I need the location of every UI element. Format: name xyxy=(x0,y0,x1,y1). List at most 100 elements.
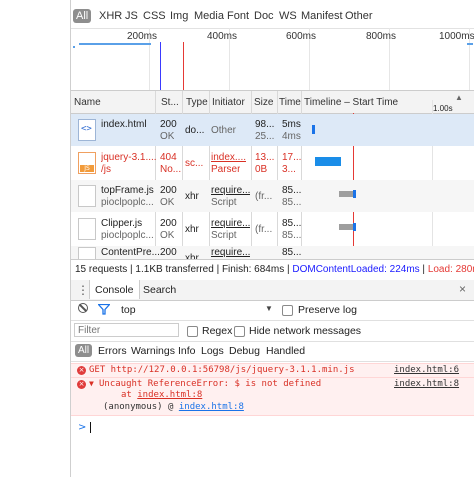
overview-tick-label: 600ms xyxy=(286,31,317,42)
overview-bar xyxy=(73,46,75,48)
col-size[interactable]: Size xyxy=(254,97,273,108)
table-row[interactable]: topFrame.js pioclpoplc... 200 OK xhr req… xyxy=(71,180,474,212)
stack-frame-link[interactable]: index.html:8 xyxy=(137,390,202,400)
context-selector[interactable]: top xyxy=(121,304,136,316)
hide-network-checkbox[interactable] xyxy=(234,326,245,337)
table-row[interactable]: ContentPre... 200 xhr require... 85... xyxy=(71,246,474,259)
request-status: 200 xyxy=(160,218,177,229)
request-path: pioclpoplc... xyxy=(101,197,154,208)
request-size: (fr... xyxy=(255,224,273,235)
request-size-content: 0B xyxy=(255,164,268,175)
col-waterfall[interactable]: Timeline – Start Time xyxy=(304,97,398,108)
col-type[interactable]: Type xyxy=(186,97,208,108)
col-initiator[interactable]: Initiator xyxy=(212,97,245,108)
js-file-icon: JS xyxy=(78,152,96,174)
table-row[interactable]: JS jquery-3.1.... /js 404 No... sc... in… xyxy=(71,147,474,179)
filter-js[interactable]: JS xyxy=(125,9,138,23)
level-debug[interactable]: Debug xyxy=(229,345,260,357)
stack-frame-link[interactable]: index.html:8 xyxy=(179,402,244,412)
filter-other[interactable]: Other xyxy=(345,9,373,23)
expand-triangle-icon[interactable]: ▼ xyxy=(89,379,94,388)
file-icon xyxy=(78,185,96,207)
request-initiator: Other xyxy=(211,125,237,136)
col-name[interactable]: Name xyxy=(74,97,101,108)
filter-all[interactable]: All xyxy=(73,9,92,23)
request-status: 200 xyxy=(160,247,177,258)
level-logs[interactable]: Logs xyxy=(201,345,224,357)
preserve-log-checkbox[interactable] xyxy=(282,305,293,316)
request-initiator-type: Script xyxy=(211,197,237,208)
sort-arrow-icon[interactable]: ▲ xyxy=(455,93,463,102)
waterfall-bar xyxy=(339,191,353,197)
request-initiator-link[interactable]: require... xyxy=(211,247,250,259)
summary-transferred: 1.1KB transferred xyxy=(135,264,214,275)
regex-checkbox[interactable] xyxy=(187,326,198,337)
request-initiator-link[interactable]: require... xyxy=(211,218,250,230)
console-toolbar: top ▼ Preserve log xyxy=(71,300,474,321)
chevron-down-icon[interactable]: ▼ xyxy=(265,304,273,313)
source-link[interactable]: index.html:6 xyxy=(394,365,459,375)
summary-requests: 15 requests xyxy=(75,264,128,275)
filter-xhr[interactable]: XHR xyxy=(99,9,122,23)
error-icon: × xyxy=(77,366,86,375)
request-latency: 3... xyxy=(282,164,296,175)
network-filter-bar: All XHR JS CSS Img Media Font Doc WS Man… xyxy=(71,0,474,29)
request-status: 200 xyxy=(160,119,177,130)
request-initiator-link[interactable]: require... xyxy=(211,185,250,197)
stack-frame: (anonymous) @ index.html:8 xyxy=(103,402,244,412)
drawer-menu-icon[interactable]: ⋮ xyxy=(77,283,89,297)
filter-manifest[interactable]: Manifest xyxy=(301,9,343,23)
level-warnings[interactable]: Warnings xyxy=(131,345,175,357)
dcl-marker xyxy=(160,42,161,90)
filter-icon[interactable] xyxy=(98,304,110,315)
filter-img[interactable]: Img xyxy=(170,9,188,23)
request-type: xhr xyxy=(185,224,199,235)
request-time: 17... xyxy=(282,152,302,163)
console-prompt[interactable]: > xyxy=(71,421,474,435)
request-path: pioclpoplc... xyxy=(101,230,154,241)
clear-console-icon[interactable] xyxy=(78,303,88,313)
request-status-text: OK xyxy=(160,230,175,241)
request-name: index.html xyxy=(101,119,147,130)
level-errors[interactable]: Errors xyxy=(98,345,127,357)
table-row[interactable]: <> index.html 200 OK do... Other 98... 2… xyxy=(71,114,474,146)
col-status[interactable]: St... xyxy=(161,97,179,108)
text-caret xyxy=(90,422,91,433)
summary-load: Load: 280ms xyxy=(427,264,474,275)
preserve-log-label: Preserve log xyxy=(298,304,357,316)
filter-font[interactable]: Font xyxy=(227,9,249,23)
request-name: topFrame.js xyxy=(101,185,154,196)
summary-text: 15 requests | 1.1KB transferred | Finish… xyxy=(75,264,474,275)
request-size: 98... xyxy=(255,119,275,130)
filter-css[interactable]: CSS xyxy=(143,9,166,23)
request-status-text: OK xyxy=(160,131,175,142)
source-link[interactable]: index.html:8 xyxy=(394,379,459,389)
request-status-text: OK xyxy=(160,197,175,208)
filter-media[interactable]: Media xyxy=(194,9,224,23)
request-type: sc... xyxy=(185,158,204,169)
console-filter-input[interactable] xyxy=(74,323,179,337)
request-status: 404 xyxy=(160,152,177,163)
error-text: GET http://127.0.0.1:56798/js/jquery-3.1… xyxy=(89,365,355,375)
network-summary-bar: 15 requests | 1.1KB transferred | Finish… xyxy=(71,259,474,281)
console-filter-row: Regex Hide network messages xyxy=(71,321,474,342)
filter-doc[interactable]: Doc xyxy=(254,9,274,23)
col-time[interactable]: Time xyxy=(279,97,301,108)
tab-console[interactable]: Console xyxy=(89,280,140,299)
tab-search[interactable]: Search xyxy=(143,284,176,296)
request-size: 13... xyxy=(255,152,275,163)
level-info[interactable]: Info xyxy=(178,345,196,357)
level-handled[interactable]: Handled xyxy=(266,345,305,357)
network-overview[interactable]: 200ms 400ms 600ms 800ms 1000ms xyxy=(71,28,474,91)
summary-finish: Finish: 684ms xyxy=(221,264,285,275)
filter-ws[interactable]: WS xyxy=(279,9,297,23)
level-all[interactable]: All xyxy=(75,344,93,357)
error-text: Uncaught ReferenceError: $ is not define… xyxy=(99,379,322,389)
request-initiator-link[interactable]: index.... xyxy=(211,152,246,164)
overview-tick-label: 200ms xyxy=(127,31,158,42)
table-row[interactable]: Clipper.js pioclpoplc... 200 OK xhr requ… xyxy=(71,213,474,245)
request-status: 200 xyxy=(160,185,177,196)
close-icon[interactable]: × xyxy=(459,282,466,296)
request-size: (fr... xyxy=(255,191,273,202)
summary-dcl: DOMContentLoaded: 224ms xyxy=(292,264,420,275)
